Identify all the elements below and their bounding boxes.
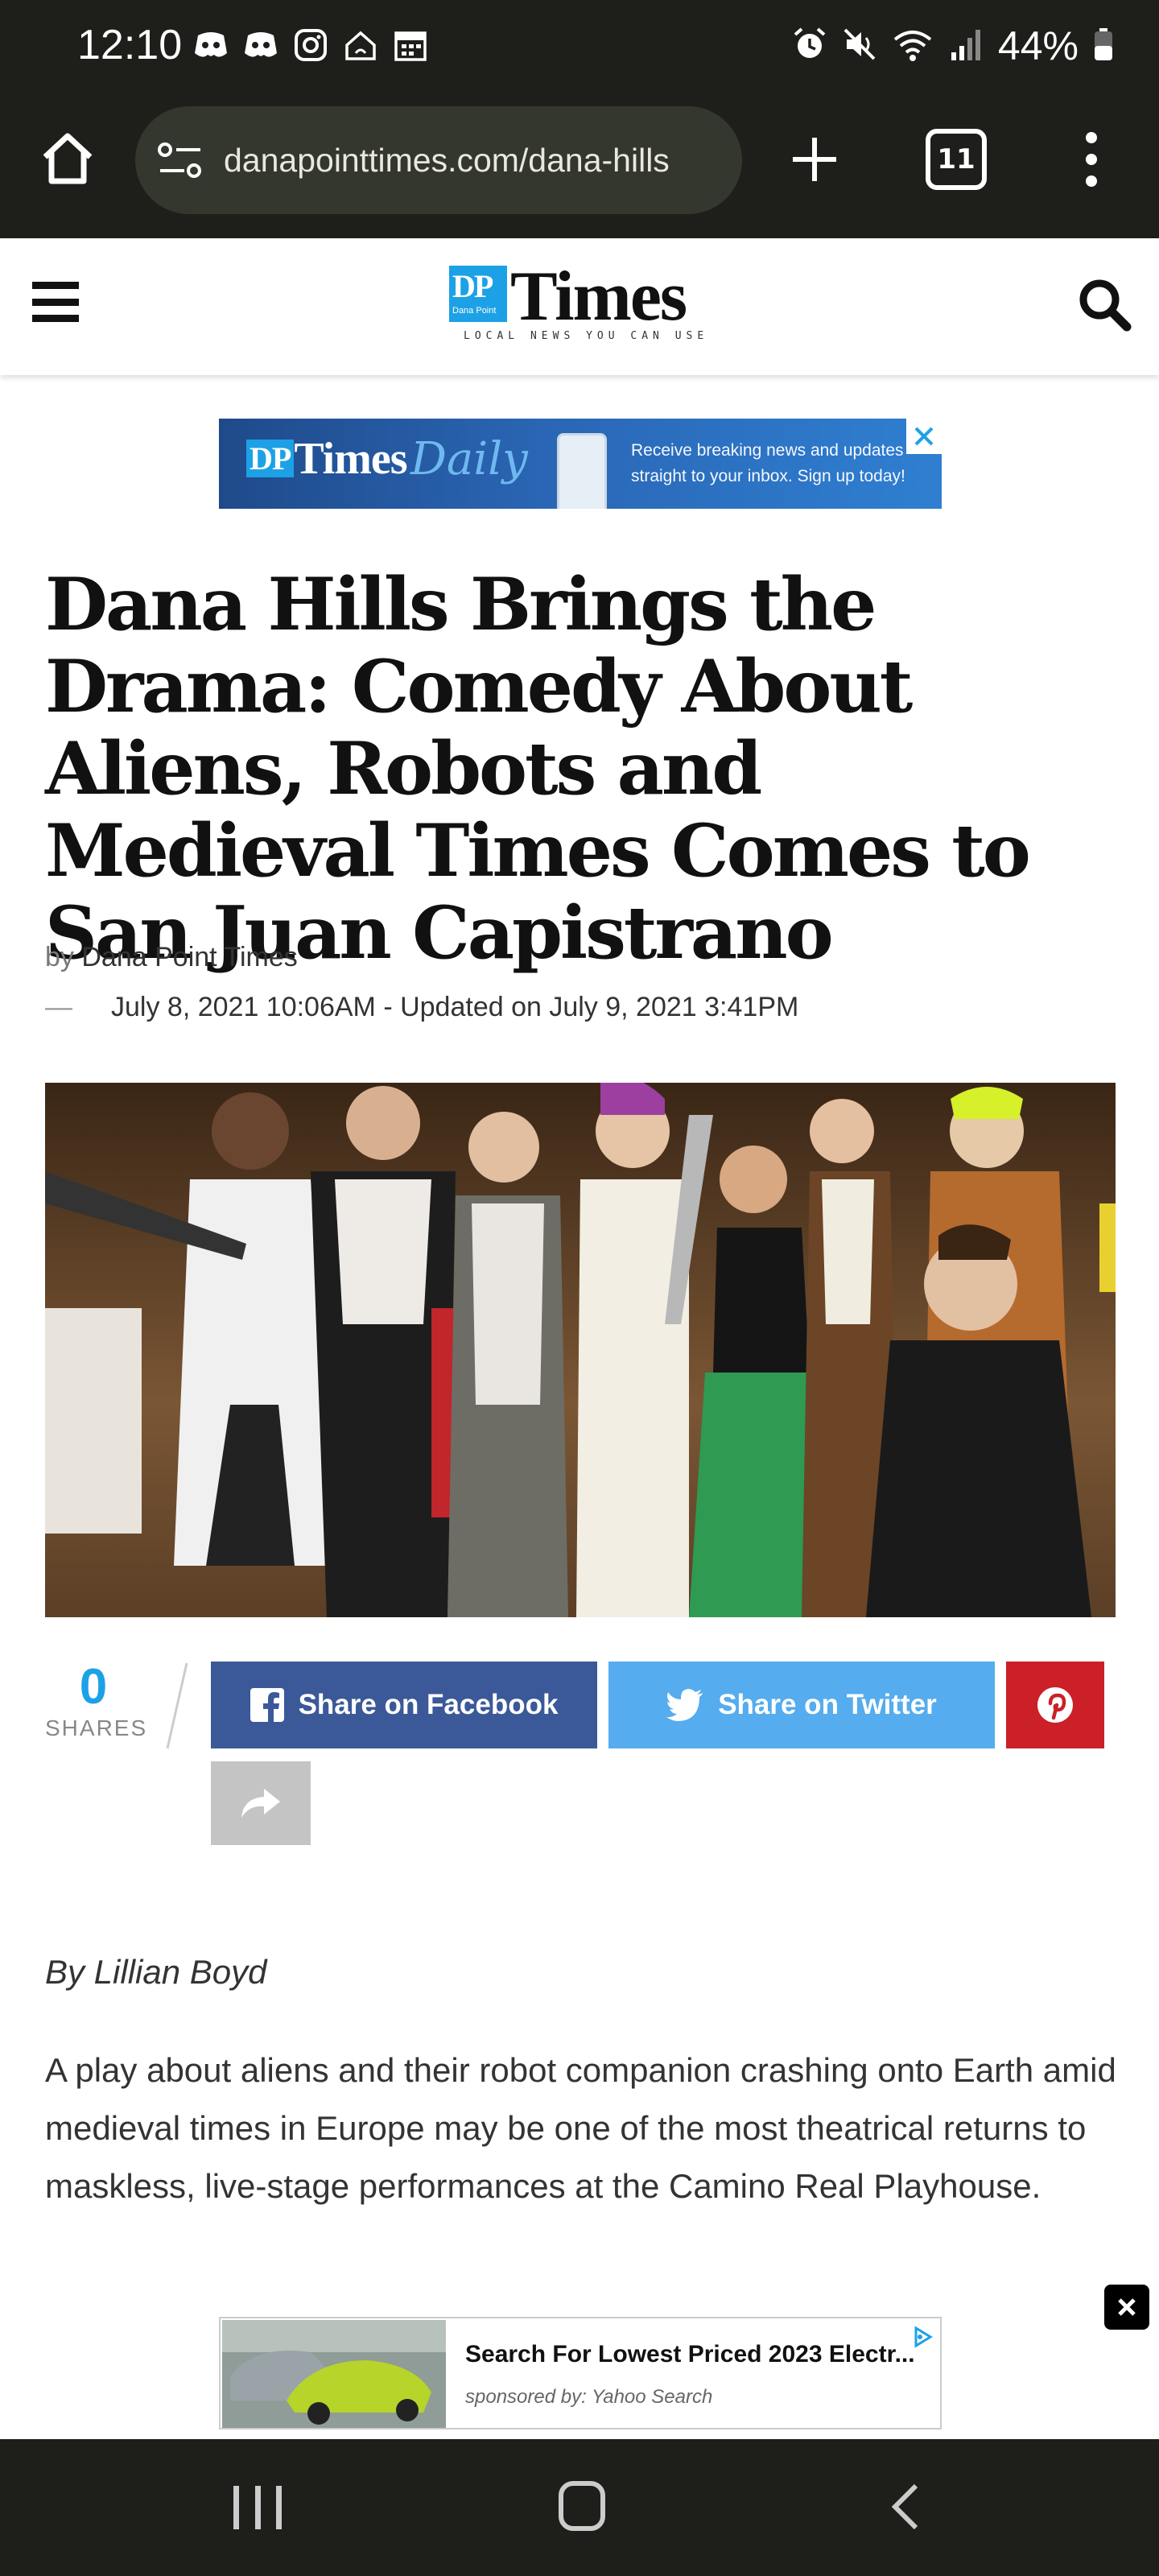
close-icon xyxy=(914,427,934,446)
share-pinterest-button[interactable] xyxy=(1006,1662,1104,1748)
share-twitter-button[interactable]: Share on Twitter xyxy=(608,1662,995,1748)
recents-bar xyxy=(254,2486,261,2529)
discord-icon xyxy=(241,27,280,63)
pinterest-icon xyxy=(1037,1687,1073,1723)
menu-line xyxy=(32,298,79,306)
share-twitter-label: Share on Twitter xyxy=(718,1689,937,1720)
share-count-label: SHARES xyxy=(45,1715,148,1740)
wifi-icon xyxy=(892,27,934,65)
smart-home-icon xyxy=(341,27,380,63)
sponsored-ad[interactable]: Search For Lowest Priced 2023 Electr... … xyxy=(219,2317,942,2429)
ad-brand-badge: DP xyxy=(246,440,295,477)
cast-photo xyxy=(45,1083,1116,1617)
close-icon xyxy=(1118,2298,1136,2316)
ad-car-image xyxy=(222,2320,446,2428)
share-facebook-button[interactable]: Share on Facebook xyxy=(211,1662,597,1748)
tab-switcher-button[interactable]: 11 xyxy=(926,129,987,190)
system-status-icons: 44% xyxy=(792,23,1114,69)
back-button[interactable] xyxy=(885,2483,926,2531)
new-tab-button[interactable] xyxy=(782,127,847,192)
recents-bar xyxy=(233,2486,239,2529)
instagram-icon xyxy=(291,27,330,63)
ad-text-line: straight to your inbox. Sign up today! xyxy=(631,467,905,485)
ad-sponsor: sponsored by: Yahoo Search xyxy=(465,2386,713,2408)
home-icon xyxy=(43,133,93,184)
byline: by Dana Point Times xyxy=(45,942,298,973)
calendar-icon xyxy=(391,27,430,63)
adchoices-icon[interactable] xyxy=(909,2325,934,2349)
notification-icons xyxy=(192,27,430,63)
share-count-number: 0 xyxy=(79,1659,108,1715)
ad-brand-word: Times xyxy=(294,434,407,484)
logo-badge: DP Dana Point xyxy=(449,266,507,322)
address-bar[interactable]: danapointtimes.com/dana-hills xyxy=(135,106,742,214)
dateline-dash: — xyxy=(45,992,72,1022)
dot xyxy=(1086,132,1097,143)
article-paragraph: A play about aliens and their robot comp… xyxy=(45,2051,1116,2205)
browser-toolbar: danapointtimes.com/dana-hills 11 xyxy=(0,95,1159,238)
status-bar: 12:10 44% xyxy=(0,0,1159,95)
facebook-icon xyxy=(250,1688,284,1722)
site-logo[interactable]: DP Dana Point Times LOCAL NEWS YOU CAN U… xyxy=(449,258,710,346)
battery-icon xyxy=(1093,27,1114,65)
ad-brand-logo: DPTimes xyxy=(246,433,408,485)
discord-icon xyxy=(192,27,230,63)
ad-close-button[interactable] xyxy=(906,419,942,454)
twitter-bird-icon xyxy=(666,1689,703,1721)
alarm-icon xyxy=(792,27,827,65)
newsletter-ad-banner[interactable]: DPTimes Daily Receive breaking news and … xyxy=(219,419,942,509)
dot xyxy=(1086,175,1097,187)
home-button[interactable] xyxy=(559,2481,605,2531)
dateline: — July 8, 2021 10:06AM - Updated on July … xyxy=(45,992,798,1023)
byline-prefix: by xyxy=(45,942,74,972)
publisher-link[interactable]: Dana Point Times xyxy=(81,942,297,972)
article-hero-image[interactable] xyxy=(45,1083,1116,1617)
ad-text: Receive breaking news and updates straig… xyxy=(631,438,905,489)
menu-line xyxy=(32,282,79,289)
article-headline: Dana Hills Brings the Drama: Comedy Abou… xyxy=(45,562,1031,976)
site-header: DP Dana Point Times LOCAL NEWS YOU CAN U… xyxy=(0,238,1159,375)
menu-line xyxy=(32,315,79,322)
dot xyxy=(1086,154,1097,165)
recents-bar xyxy=(276,2486,282,2529)
article-dates: July 8, 2021 10:06AM - Updated on July 9… xyxy=(111,992,799,1022)
battery-percent: 44% xyxy=(997,23,1079,68)
status-time: 12:10 xyxy=(77,22,183,68)
search-icon xyxy=(1079,279,1132,332)
logo-badge-subtext: Dana Point xyxy=(452,306,497,316)
logo-tagline: LOCAL NEWS YOU CAN USE xyxy=(464,330,709,342)
android-navigation-bar xyxy=(0,2439,1159,2576)
ad-brand-script: Daily xyxy=(410,433,528,485)
search-button[interactable] xyxy=(1075,275,1133,333)
logo-badge-text: DP xyxy=(452,268,493,304)
ad-text-line: Receive breaking news and updates xyxy=(631,441,904,460)
recents-button[interactable] xyxy=(233,2486,282,2529)
sticky-ad-close-button[interactable] xyxy=(1104,2285,1149,2330)
logo-wordmark: Times xyxy=(510,258,687,336)
browser-menu-button[interactable] xyxy=(1067,127,1116,192)
share-count: 0 SHARES xyxy=(45,1658,148,1741)
share-arrow-icon xyxy=(241,1789,280,1818)
url-text: danapointtimes.com/dana-hills xyxy=(224,141,670,179)
browser-home-button[interactable] xyxy=(35,126,100,190)
share-more-button[interactable] xyxy=(211,1761,311,1845)
signal-icon xyxy=(948,27,984,65)
phone-graphic xyxy=(557,433,607,509)
hamburger-menu-icon[interactable] xyxy=(32,282,79,322)
mute-icon xyxy=(842,27,877,65)
share-divider xyxy=(166,1662,188,1749)
plus-icon xyxy=(793,138,836,181)
site-settings-icon[interactable] xyxy=(156,136,204,184)
share-facebook-label: Share on Facebook xyxy=(298,1689,559,1720)
ad-title: Search For Lowest Priced 2023 Electr... xyxy=(465,2341,915,2368)
article-author: By Lillian Boyd xyxy=(45,1953,267,1991)
